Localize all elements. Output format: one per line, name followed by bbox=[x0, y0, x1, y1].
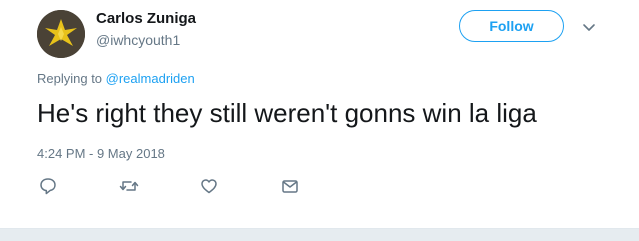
bottom-divider bbox=[0, 228, 639, 241]
replying-prefix: Replying to bbox=[37, 71, 106, 86]
tweet-text: He's right they still weren't gonns win … bbox=[37, 98, 537, 128]
retweet-icon[interactable] bbox=[119, 176, 139, 196]
author-name[interactable]: Carlos Zuniga bbox=[96, 10, 196, 27]
replying-to-link[interactable]: @realmadriden bbox=[106, 71, 195, 86]
envelope-icon[interactable] bbox=[280, 176, 300, 196]
replying-to: Replying to @realmadriden bbox=[37, 71, 195, 86]
avatar[interactable] bbox=[37, 10, 85, 58]
author-handle[interactable]: @iwhcyouth1 bbox=[96, 32, 180, 48]
reply-icon[interactable] bbox=[38, 176, 58, 196]
tweet-timestamp[interactable]: 4:24 PM - 9 May 2018 bbox=[37, 146, 165, 161]
follow-button[interactable]: Follow bbox=[459, 10, 564, 42]
avatar-logo-icon bbox=[37, 10, 85, 58]
heart-icon[interactable] bbox=[199, 176, 219, 196]
chevron-down-icon[interactable] bbox=[580, 18, 598, 36]
